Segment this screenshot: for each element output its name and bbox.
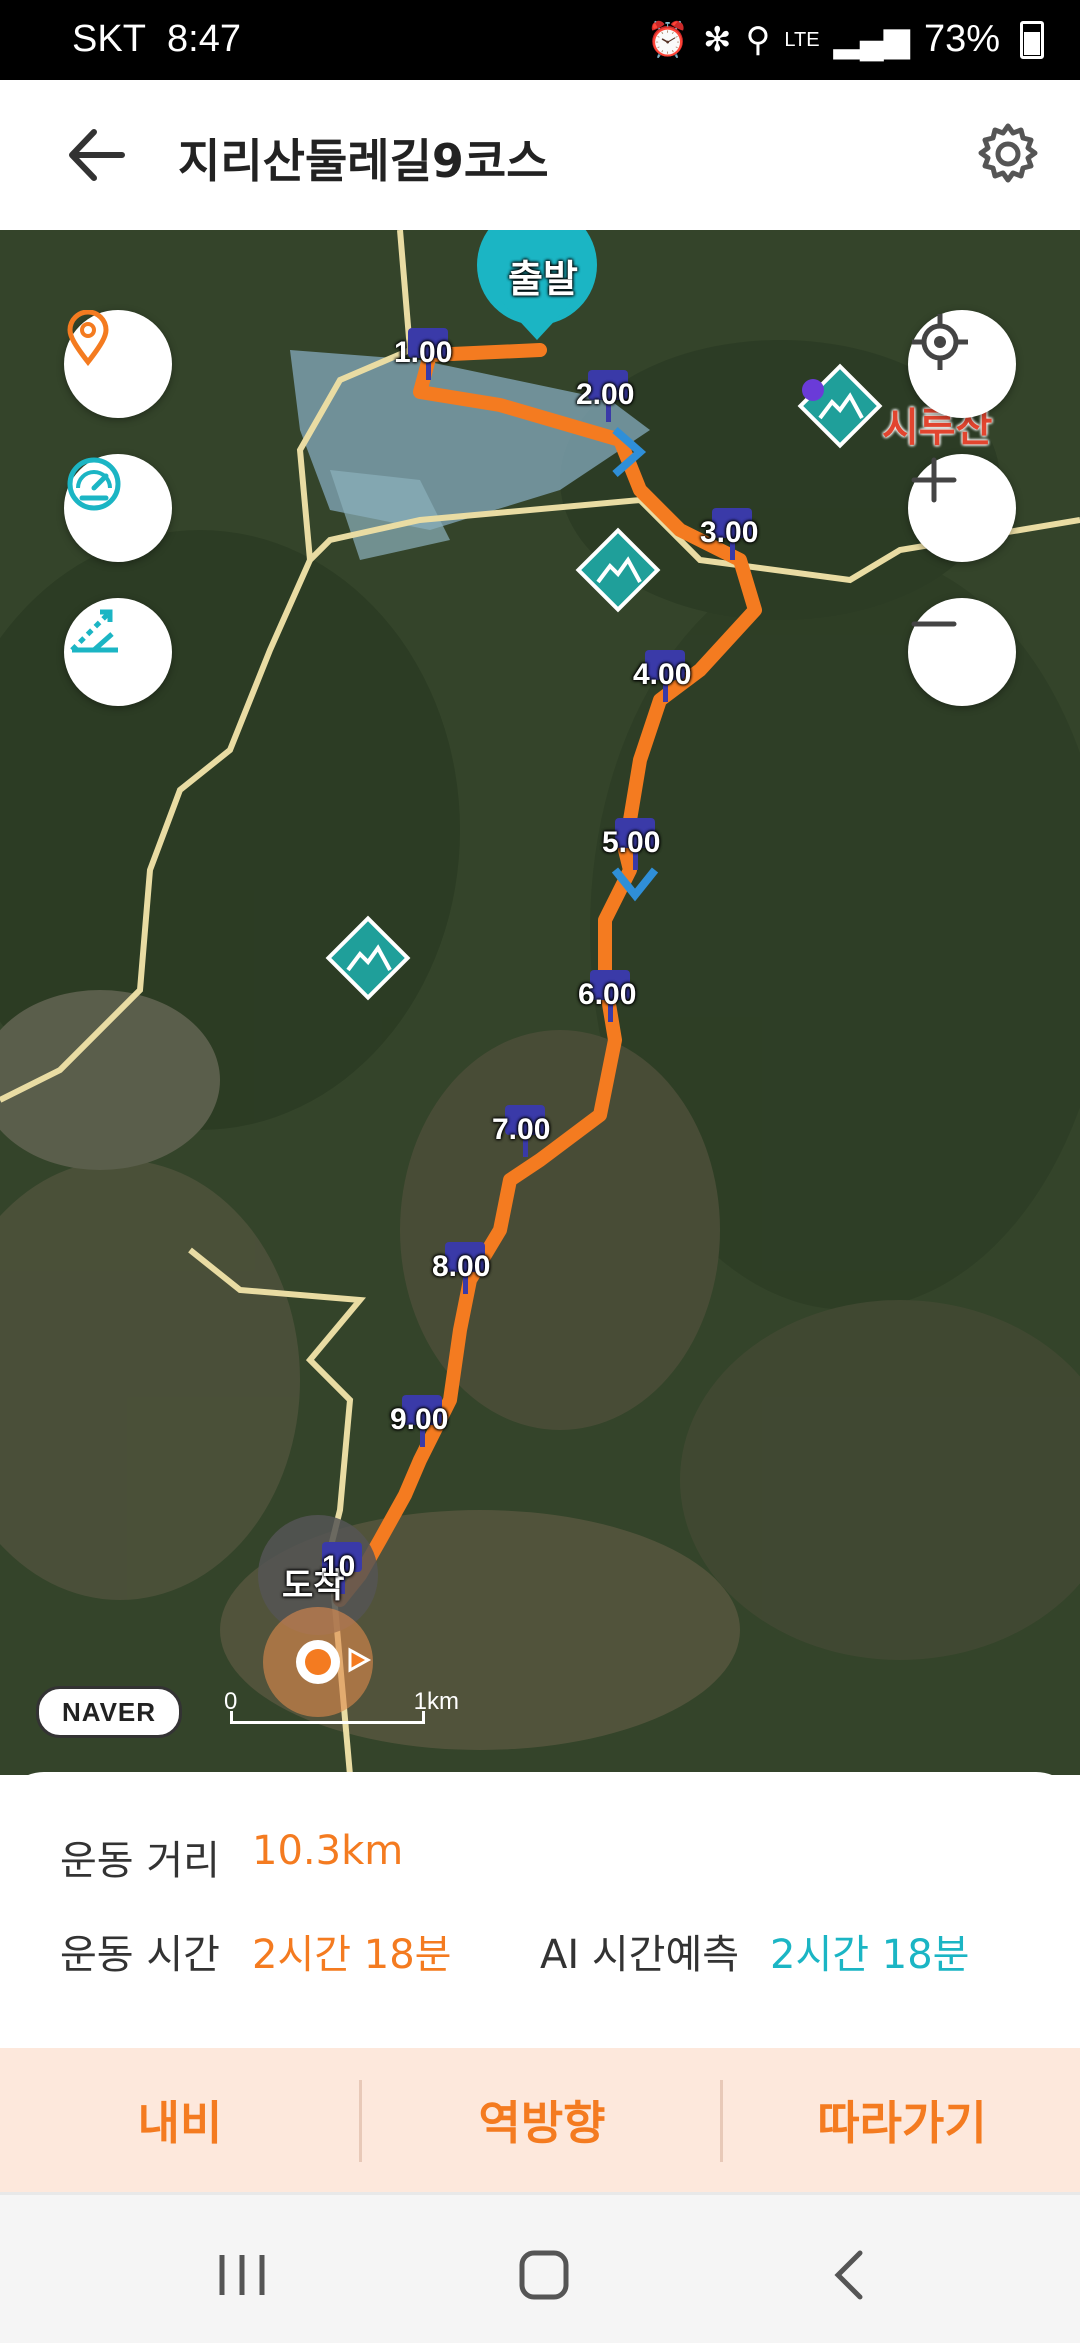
battery-percent: 73% — [923, 18, 1000, 60]
speedometer-icon — [67, 457, 121, 511]
plus-icon — [911, 457, 957, 503]
start-pin-label: 출발 — [508, 259, 578, 301]
minus-icon — [911, 621, 957, 627]
system-nav-bar — [0, 2192, 1080, 2343]
reverse-button[interactable]: 역방향 — [362, 2048, 722, 2192]
navi-button[interactable]: 내비 — [0, 2048, 360, 2192]
lte-icon: LTE — [784, 28, 820, 51]
carrier: SKT — [72, 18, 146, 60]
ai-time-label: AI 시간예측 — [540, 1932, 740, 1978]
battery-icon — [1020, 20, 1044, 59]
km-marker-10: 10 — [322, 1550, 356, 1583]
location-icon: ⚲ — [745, 20, 771, 59]
my-location-button[interactable] — [908, 310, 1016, 418]
back-nav-icon[interactable] — [834, 2250, 863, 2300]
gear-icon — [978, 123, 1038, 183]
map-scale: 0 1km — [224, 1688, 459, 1724]
km-marker-9: 9.00 — [390, 1403, 449, 1436]
bluetooth-icon: ✻ — [702, 20, 732, 59]
route-info-panel: 운동 거리 10.3km 운동 시간 2시간 18분 AI 시간예측 2시간 1… — [0, 1772, 1080, 2048]
nav-icons — [219, 2250, 863, 2300]
recent-apps-icon[interactable] — [219, 2255, 265, 2295]
speedometer-button[interactable] — [64, 454, 172, 562]
back-button[interactable] — [62, 120, 142, 190]
elevation-button[interactable] — [64, 598, 172, 706]
km-marker-4: 4.00 — [633, 658, 692, 691]
alarm-icon: ⏰ — [646, 20, 689, 59]
zoom-out-button[interactable] — [908, 598, 1016, 706]
naver-logo: NAVER — [36, 1686, 182, 1738]
km-marker-2: 2.00 — [576, 378, 635, 411]
home-icon[interactable] — [519, 2250, 569, 2300]
location-pin-button[interactable] — [64, 310, 172, 418]
km-marker-5: 5.00 — [602, 826, 661, 859]
page-title: 지리산둘레길9코스 — [178, 134, 549, 188]
km-marker-7: 7.00 — [492, 1113, 551, 1146]
km-marker-1: 1.00 — [394, 336, 453, 369]
km-marker-8: 8.00 — [432, 1250, 491, 1283]
follow-button[interactable]: 따라가기 — [722, 2048, 1080, 2192]
map-view[interactable]: 출발 1.00 2.00 3.00 4.00 5.00 6.00 7.00 8.… — [0, 230, 1080, 1775]
zoom-in-button[interactable] — [908, 454, 1016, 562]
clock: 8:47 — [167, 18, 241, 60]
distance-label: 운동 거리 — [60, 1838, 220, 1884]
status-left: SKT 8:47 — [72, 18, 241, 61]
km-marker-3: 3.00 — [700, 516, 759, 549]
distance-value: 10.3km — [252, 1828, 404, 1874]
peak-dot — [802, 379, 824, 401]
signal-icon: ▂▄▆ — [833, 20, 910, 59]
action-bar: 내비 역방향 따라가기 — [0, 2048, 1080, 2192]
status-bar: SKT 8:47 ⏰ ✻ ⚲ LTE ▂▄▆ 73% — [0, 0, 1080, 80]
time-value: 2시간 18분 — [252, 1932, 452, 1978]
settings-button[interactable] — [972, 118, 1044, 190]
scale-bar — [230, 1711, 425, 1724]
app-bar: 지리산둘레길9코스 — [0, 80, 1080, 236]
km-marker-6: 6.00 — [578, 978, 637, 1011]
time-label: 운동 시간 — [60, 1932, 220, 1978]
elevation-icon — [70, 609, 118, 653]
location-pin-icon — [67, 310, 109, 366]
crosshair-icon — [912, 314, 968, 370]
ai-time-value: 2시간 18분 — [770, 1932, 970, 1978]
status-right: ⏰ ✻ ⚲ LTE ▂▄▆ 73% — [647, 18, 1044, 61]
arrow-left-icon — [69, 129, 125, 181]
